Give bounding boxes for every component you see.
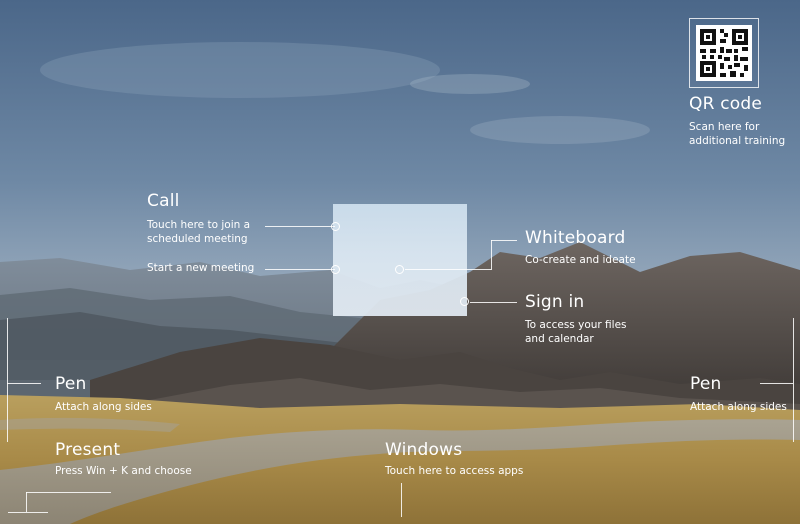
whiteboard-title: Whiteboard xyxy=(525,228,626,248)
center-touch-hotspot[interactable] xyxy=(333,204,467,316)
call-join-connector xyxy=(265,226,335,227)
present-connector-h xyxy=(26,492,111,493)
signin-title: Sign in xyxy=(525,292,585,312)
whiteboard-connector-v xyxy=(491,240,492,270)
whiteboard-connector-h xyxy=(405,269,491,270)
present-connector-v xyxy=(26,492,27,512)
pen-left-side-marker xyxy=(7,318,8,442)
signin-connector xyxy=(470,302,517,303)
signin-dot[interactable] xyxy=(460,297,469,306)
qr-code-desc-line2: additional training xyxy=(689,135,786,147)
present-title: Present xyxy=(55,440,121,460)
pen-right-connector xyxy=(760,383,793,384)
qr-code-title: QR code xyxy=(689,94,762,114)
call-title: Call xyxy=(147,191,180,211)
pen-right-desc: Attach along sides xyxy=(690,401,787,413)
call-new-meeting[interactable]: Start a new meeting xyxy=(147,261,254,276)
whiteboard-dot[interactable] xyxy=(395,265,404,274)
call-join-dot[interactable] xyxy=(331,222,340,231)
call-join-line2[interactable]: scheduled meeting xyxy=(147,232,248,247)
pen-left-connector xyxy=(7,383,41,384)
pen-left-title: Pen xyxy=(55,374,87,394)
pen-left-desc: Attach along sides xyxy=(55,401,152,413)
qr-code-desc-line1: Scan here for xyxy=(689,121,760,133)
signin-desc-line1: To access your files xyxy=(525,319,627,331)
windows-title: Windows xyxy=(385,440,463,460)
new-meeting-dot[interactable] xyxy=(331,265,340,274)
windows-desc[interactable]: Touch here to access apps xyxy=(385,464,523,479)
present-desc: Press Win + K and choose xyxy=(55,465,192,477)
windows-connector xyxy=(401,483,402,517)
qr-code-icon xyxy=(696,25,752,81)
pen-right-title: Pen xyxy=(690,374,722,394)
pen-right-side-marker xyxy=(793,318,794,442)
whiteboard-connector-top xyxy=(491,240,517,241)
present-bottom-marker xyxy=(8,512,48,513)
new-meeting-connector xyxy=(265,269,335,270)
qr-code-frame[interactable] xyxy=(689,18,759,88)
whiteboard-desc: Co-create and ideate xyxy=(525,254,636,266)
call-join-line1[interactable]: Touch here to join a xyxy=(147,218,250,233)
signin-desc-line2: and calendar xyxy=(525,333,594,345)
